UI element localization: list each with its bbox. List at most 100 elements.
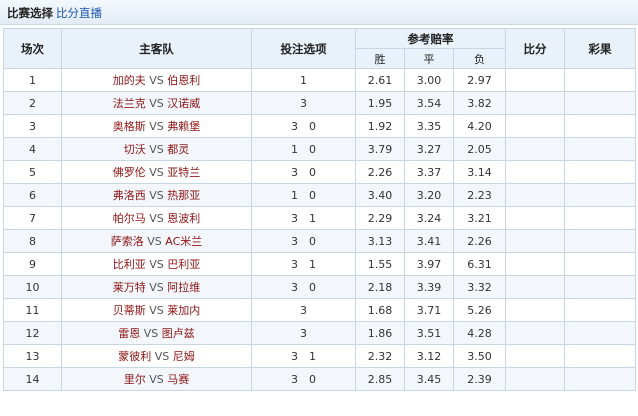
odds-win: 2.26 — [355, 160, 405, 184]
match-index: 5 — [3, 160, 62, 184]
away-team: 阿拉维 — [167, 281, 201, 294]
table-row[interactable]: 11 贝蒂斯 VS 莱加内 3 1.68 3.71 5.26 — [3, 298, 637, 322]
table-row[interactable]: 14 里尔 VS 马赛 3 0 2.85 3.45 2.39 — [3, 367, 637, 391]
odds-draw: 3.45 — [404, 367, 454, 391]
odds-draw: 3.37 — [404, 160, 454, 184]
match-selection-panel: 比赛选择 比分直播 场次 主客队 投注选项 参考赔率 比分 彩果 胜 平 负 1… — [0, 0, 638, 416]
table-row[interactable]: 8 萨索洛 VS AC米兰 3 0 3.13 3.41 2.26 — [3, 229, 637, 253]
table-row[interactable]: 5 佛罗伦 VS 亚特兰 3 0 2.26 3.37 3.14 — [3, 160, 637, 184]
header-draw: 平 — [404, 48, 454, 69]
odds-loss: 2.39 — [452, 367, 507, 391]
table-row[interactable]: 13 蒙彼利 VS 尼姆 3 1 2.32 3.12 3.50 — [3, 344, 637, 368]
result-cell — [564, 298, 637, 322]
table-row[interactable]: 9 比利亚 VS 巴利亚 3 1 1.55 3.97 6.31 — [3, 252, 637, 276]
score-cell — [505, 91, 566, 115]
table-row[interactable]: 1 加的夫 VS 伯恩利 1 2.61 3.00 2.97 — [3, 68, 637, 92]
odds-draw: 3.97 — [404, 252, 454, 276]
match-odds-table: 场次 主客队 投注选项 参考赔率 比分 彩果 胜 平 负 1 加的夫 VS 伯恩利… — [3, 28, 637, 391]
result-cell — [564, 137, 637, 161]
score-cell — [505, 206, 566, 230]
vs-label: VS — [149, 304, 164, 317]
live-score-link[interactable]: 比分直播 — [56, 5, 102, 21]
home-team: 里尔 — [123, 373, 146, 386]
home-team: 比利亚 — [112, 258, 146, 271]
score-cell — [505, 229, 566, 253]
away-team: 热那亚 — [167, 189, 201, 202]
match-index: 7 — [3, 206, 62, 230]
odds-win: 2.85 — [355, 367, 405, 391]
odds-win: 3.79 — [355, 137, 405, 161]
score-cell — [505, 183, 566, 207]
header-odds: 参考赔率 — [354, 28, 507, 49]
away-team: 汉诺威 — [167, 97, 201, 110]
home-team: 莱万特 — [112, 281, 146, 294]
odds-win: 1.55 — [355, 252, 405, 276]
score-cell — [505, 275, 566, 299]
bet-pick: 3 — [251, 298, 356, 322]
match-teams: 帕尔马 VS 恩波利 — [61, 206, 252, 230]
odds-loss: 2.97 — [452, 68, 507, 92]
match-index: 14 — [3, 367, 62, 391]
bet-pick: 1 — [251, 68, 356, 92]
header-index: 场次 — [3, 28, 62, 69]
odds-win: 1.95 — [355, 91, 405, 115]
match-index: 13 — [3, 344, 62, 368]
vs-label: VS — [149, 120, 164, 133]
table-row[interactable]: 12 雷恩 VS 图卢兹 3 1.86 3.51 4.28 — [3, 321, 637, 345]
vs-label: VS — [149, 166, 164, 179]
table-row[interactable]: 10 莱万特 VS 阿拉维 3 0 2.18 3.39 3.32 — [3, 275, 637, 299]
odds-win: 3.40 — [355, 183, 405, 207]
bet-pick: 3 0 — [251, 229, 356, 253]
score-cell — [505, 367, 566, 391]
result-cell — [564, 68, 637, 92]
odds-loss: 2.26 — [452, 229, 507, 253]
table-row[interactable]: 2 法兰克 VS 汉诺威 3 1.95 3.54 3.82 — [3, 91, 637, 115]
match-index: 12 — [3, 321, 62, 345]
odds-draw: 3.20 — [404, 183, 454, 207]
away-team: 亚特兰 — [167, 166, 201, 179]
table-row[interactable]: 7 帕尔马 VS 恩波利 3 1 2.29 3.24 3.21 — [3, 206, 637, 230]
odds-loss: 3.50 — [452, 344, 507, 368]
table-row[interactable]: 6 弗洛西 VS 热那亚 1 0 3.40 3.20 2.23 — [3, 183, 637, 207]
match-teams: 雷恩 VS 图卢兹 — [61, 321, 252, 345]
odds-win: 2.29 — [355, 206, 405, 230]
result-cell — [564, 367, 637, 391]
result-cell — [564, 229, 637, 253]
header-win: 胜 — [355, 48, 405, 69]
bet-pick: 1 0 — [251, 183, 356, 207]
home-team: 佛罗伦 — [112, 166, 146, 179]
match-teams: 蒙彼利 VS 尼姆 — [61, 344, 252, 368]
home-team: 蒙彼利 — [118, 350, 152, 363]
match-teams: 贝蒂斯 VS 莱加内 — [61, 298, 252, 322]
bet-pick: 3 0 — [251, 275, 356, 299]
vs-label: VS — [147, 235, 162, 248]
away-team: 尼姆 — [172, 350, 195, 363]
away-team: 恩波利 — [167, 212, 201, 225]
odds-draw: 3.24 — [404, 206, 454, 230]
result-cell — [564, 91, 637, 115]
table-row[interactable]: 3 奥格斯 VS 弗赖堡 3 0 1.92 3.35 4.20 — [3, 114, 637, 138]
odds-draw: 3.35 — [404, 114, 454, 138]
match-index: 4 — [3, 137, 62, 161]
vs-label: VS — [149, 143, 164, 156]
bet-pick: 3 0 — [251, 367, 356, 391]
odds-draw: 3.00 — [404, 68, 454, 92]
odds-loss: 2.23 — [452, 183, 507, 207]
bet-pick: 3 0 — [251, 114, 356, 138]
match-teams: 弗洛西 VS 热那亚 — [61, 183, 252, 207]
vs-label: VS — [149, 258, 164, 271]
score-cell — [505, 68, 566, 92]
bet-pick: 3 — [251, 321, 356, 345]
score-cell — [505, 137, 566, 161]
odds-draw: 3.71 — [404, 298, 454, 322]
odds-draw: 3.54 — [404, 91, 454, 115]
odds-win: 3.13 — [355, 229, 405, 253]
match-index: 3 — [3, 114, 62, 138]
away-team: 马赛 — [167, 373, 190, 386]
odds-win: 1.92 — [355, 114, 405, 138]
odds-win: 2.32 — [355, 344, 405, 368]
score-cell — [505, 344, 566, 368]
odds-win: 1.86 — [355, 321, 405, 345]
table-row[interactable]: 4 切沃 VS 都灵 1 0 3.79 3.27 2.05 — [3, 137, 637, 161]
score-cell — [505, 252, 566, 276]
